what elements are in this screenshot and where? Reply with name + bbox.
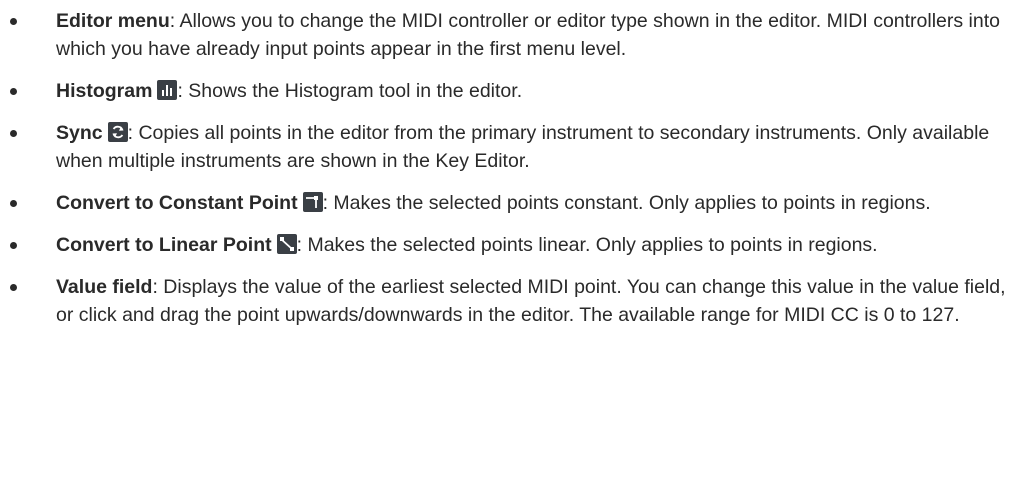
definition-list: Editor menu: Allows you to change the MI… [0, 0, 1029, 329]
list-item-value-field: Value field: Displays the value of the e… [0, 273, 1011, 329]
list-item-linear-point: Convert to Linear Point : Makes the selec… [0, 231, 1011, 259]
term-histogram: Histogram [56, 80, 153, 102]
description-linear-point: : Makes the selected points linear. Only… [296, 234, 878, 256]
linear-point-icon [276, 234, 297, 254]
term-sync: Sync [56, 122, 103, 144]
term-editor-menu: Editor menu [56, 10, 170, 32]
list-item-constant-point: Convert to Constant Point : Makes the sel… [0, 189, 1011, 217]
term-linear-point: Convert to Linear Point [56, 234, 272, 256]
description-value-field: : Displays the value of the earliest sel… [56, 276, 1006, 326]
term-value-field: Value field [56, 276, 153, 298]
histogram-icon [157, 80, 178, 100]
list-item-sync: Sync: Copies all points in the editor fr… [0, 119, 1011, 175]
description-sync: : Copies all points in the editor from t… [56, 122, 990, 172]
term-constant-point: Convert to Constant Point [56, 192, 298, 214]
list-item-histogram: Histogram : Shows the Histogram tool in t… [0, 77, 1011, 105]
description-histogram: : Shows the Histogram tool in the editor… [177, 80, 523, 102]
description-constant-point: : Makes the selected points constant. On… [322, 192, 931, 214]
description-editor-menu: : Allows you to change the MIDI controll… [56, 10, 1001, 60]
list-item-editor-menu: Editor menu: Allows you to change the MI… [0, 7, 1011, 63]
sync-icon [107, 122, 128, 142]
constant-point-icon [302, 192, 323, 212]
